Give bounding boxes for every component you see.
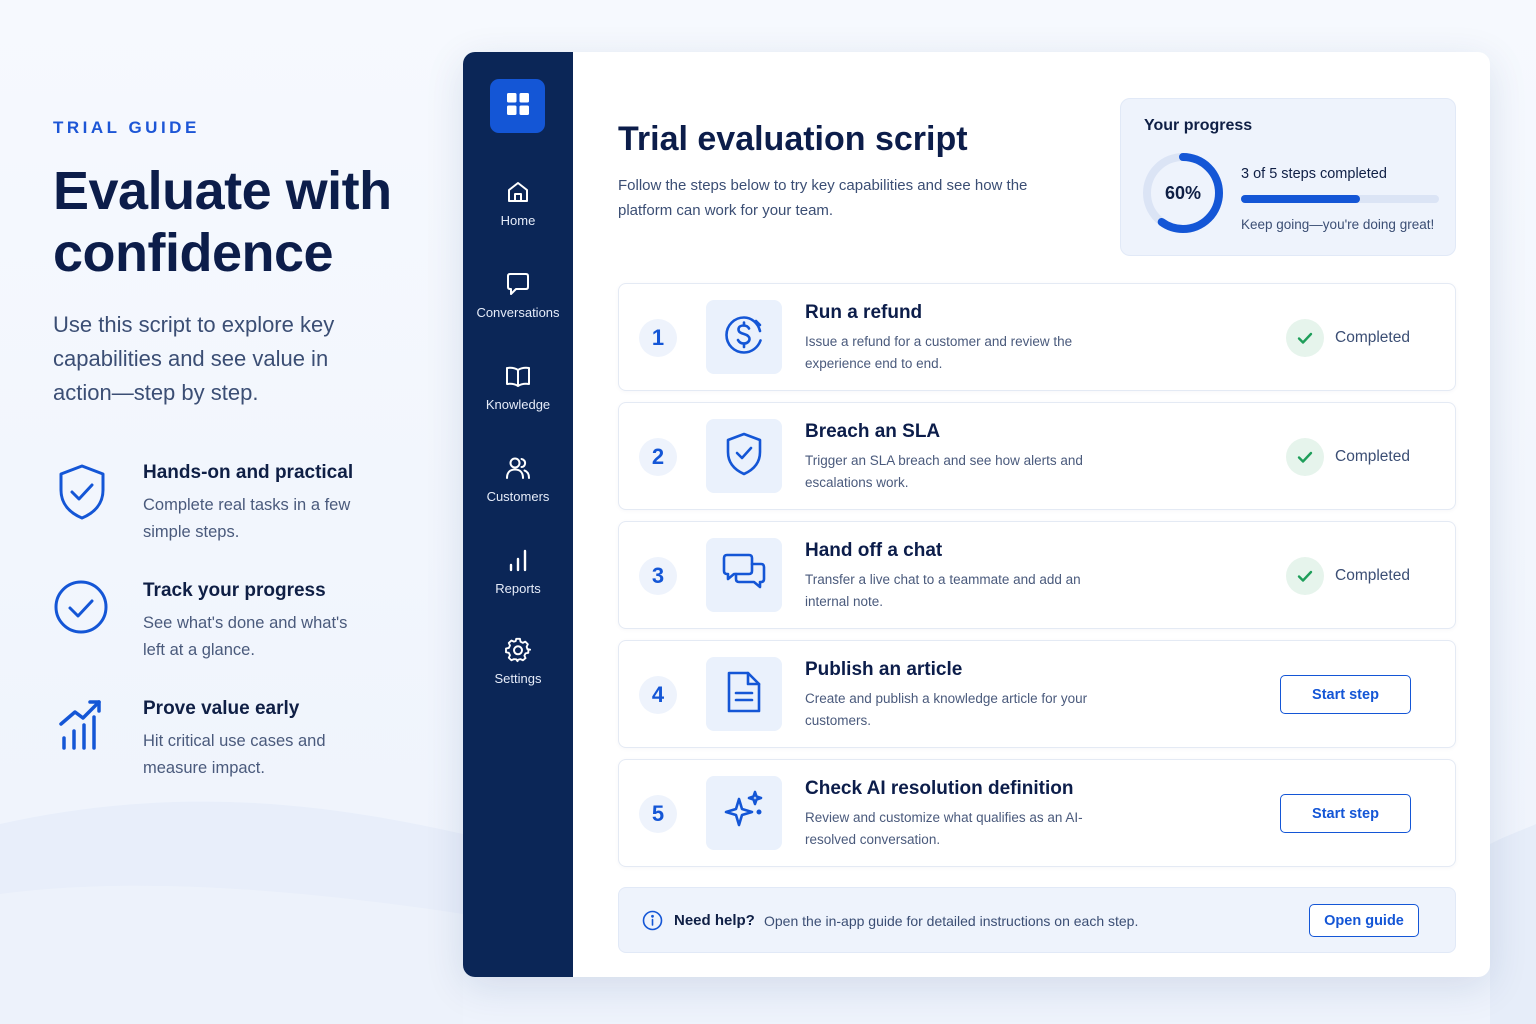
benefit-title: Track your progress xyxy=(143,580,326,601)
benefit-description: Hit critical use cases and measure impac… xyxy=(143,732,326,777)
progress-percent: 60% xyxy=(1164,183,1202,203)
sidebar: Home Conversations Knowledge Customers R… xyxy=(463,52,573,977)
progress-title: Your progress xyxy=(1144,117,1253,134)
step-card-breach-sla: 2 Breach an SLA Trigger an SLA breach an… xyxy=(618,402,1456,510)
step-status: Completed xyxy=(1286,437,1410,477)
chat-handoff-icon xyxy=(721,552,767,599)
document-icon xyxy=(725,669,763,720)
sidebar-item-label: Conversations xyxy=(476,305,560,320)
step-card-publish-article: 4 Publish an article Create and publish … xyxy=(618,640,1456,748)
sidebar-item-label: Reports xyxy=(495,581,541,596)
status-label: Completed xyxy=(1335,448,1410,465)
sidebar-item-label: Settings xyxy=(494,671,542,686)
circle-check-icon xyxy=(53,580,111,638)
step-description: Transfer a live chat to a teammate and a… xyxy=(805,572,1081,609)
benefit-title: Hands-on and practical xyxy=(143,462,354,483)
benefit-description: See what's done and what's left at a gla… xyxy=(143,614,348,659)
app-window: Home Conversations Knowledge Customers R… xyxy=(463,52,1490,977)
progress-card: Your progress 60% 3 of 5 steps completed… xyxy=(1120,98,1456,256)
benefit-prove-value: Prove value early Hit critical use cases… xyxy=(53,698,423,798)
status-label: Completed xyxy=(1335,567,1410,584)
check-icon xyxy=(1286,438,1324,476)
hero-title: Evaluate with confidence xyxy=(53,161,392,283)
benefit-track-progress: Track your progress See what's done and … xyxy=(53,580,423,680)
step-icon-tile xyxy=(706,419,782,493)
users-icon xyxy=(505,455,531,481)
check-icon xyxy=(1286,319,1324,357)
sidebar-item-conversations[interactable]: Conversations xyxy=(463,271,573,341)
step-description: Review and customize what qualifies as a… xyxy=(805,810,1083,847)
step-title: Hand off a chat xyxy=(805,540,943,561)
main-content: Trial evaluation script Follow the steps… xyxy=(573,52,1490,977)
step-title: Breach an SLA xyxy=(805,421,941,442)
grid-icon xyxy=(506,92,530,121)
step-number: 4 xyxy=(639,676,677,714)
sidebar-item-reports[interactable]: Reports xyxy=(463,547,573,617)
step-icon-tile xyxy=(706,776,782,850)
step-number: 3 xyxy=(639,557,677,595)
step-title: Check AI resolution definition xyxy=(805,778,1074,799)
step-status: Completed xyxy=(1286,556,1410,596)
step-description: Trigger an SLA breach and see how alerts… xyxy=(805,453,1083,490)
info-icon xyxy=(642,910,663,931)
shield-check-icon xyxy=(53,462,111,520)
page-title: Trial evaluation script xyxy=(618,120,968,158)
progress-bar-fill xyxy=(1241,195,1360,203)
step-icon-tile xyxy=(706,300,782,374)
shield-check-icon xyxy=(723,431,765,482)
step-description: Issue a refund for a customer and review… xyxy=(805,334,1073,371)
sparkle-icon xyxy=(721,788,767,839)
gear-icon xyxy=(505,637,532,663)
step-number: 5 xyxy=(639,795,677,833)
sidebar-item-customers[interactable]: Customers xyxy=(463,455,573,525)
book-icon xyxy=(505,363,531,389)
step-card-ai-resolution: 5 Check AI resolution definition Review … xyxy=(618,759,1456,867)
progress-steps-text: 3 of 5 steps completed xyxy=(1241,166,1387,182)
bar-chart-icon xyxy=(505,547,531,573)
refund-dollar-icon xyxy=(722,313,766,362)
step-status: Completed xyxy=(1286,318,1410,358)
benefit-description: Complete real tasks in a few simple step… xyxy=(143,496,351,541)
hero-subtitle: Use this script to explore key capabilit… xyxy=(53,312,335,405)
help-bar: Need help? Open the in-app guide for det… xyxy=(618,887,1456,953)
start-step-button[interactable]: Start step xyxy=(1280,675,1411,714)
chart-growth-icon xyxy=(53,698,111,756)
step-title: Run a refund xyxy=(805,302,923,323)
check-icon xyxy=(1286,557,1324,595)
benefit-title: Prove value early xyxy=(143,698,300,719)
progress-message: Keep going—you're doing great! xyxy=(1241,217,1435,232)
hero-eyebrow: TRIAL GUIDE xyxy=(53,118,200,137)
app-logo[interactable] xyxy=(490,79,545,133)
step-icon-tile xyxy=(706,657,782,731)
chat-bubble-icon xyxy=(505,271,531,297)
sidebar-item-settings[interactable]: Settings xyxy=(463,637,573,707)
start-step-button[interactable]: Start step xyxy=(1280,794,1411,833)
benefit-hands-on: Hands-on and practical Complete real tas… xyxy=(53,462,423,562)
help-text: Open the in-app guide for detailed instr… xyxy=(764,913,1139,929)
help-title: Need help? xyxy=(674,912,755,929)
home-icon xyxy=(505,179,531,205)
sidebar-item-knowledge[interactable]: Knowledge xyxy=(463,363,573,433)
sidebar-item-label: Knowledge xyxy=(485,397,551,412)
progress-bar xyxy=(1241,195,1439,203)
step-card-run-refund: 1 Run a refund Issue a refund for a cust… xyxy=(618,283,1456,391)
step-title: Publish an article xyxy=(805,659,963,680)
step-card-hand-off-chat: 3 Hand off a chat Transfer a live chat t… xyxy=(618,521,1456,629)
step-icon-tile xyxy=(706,538,782,612)
step-description: Create and publish a knowledge article f… xyxy=(805,691,1088,728)
sidebar-item-home[interactable]: Home xyxy=(463,179,573,249)
open-guide-button[interactable]: Open guide xyxy=(1309,904,1419,937)
step-number: 2 xyxy=(639,438,677,476)
sidebar-item-label: Home xyxy=(500,213,536,228)
status-label: Completed xyxy=(1335,329,1410,346)
page-subtitle: Follow the steps below to try key capabi… xyxy=(618,177,1028,219)
step-number: 1 xyxy=(639,319,677,357)
sidebar-item-label: Customers xyxy=(486,489,550,504)
